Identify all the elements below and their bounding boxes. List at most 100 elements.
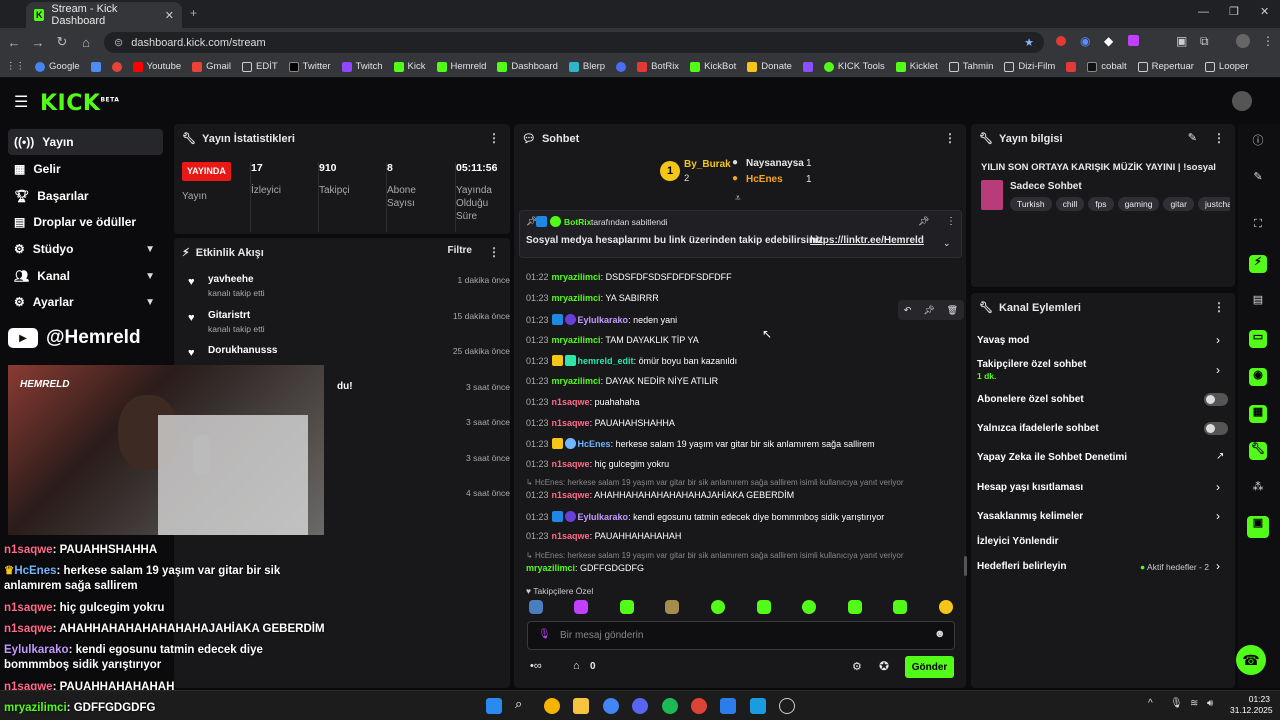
maximize-icon[interactable]: ❐ bbox=[1229, 5, 1239, 18]
tray-chevron-icon[interactable]: ^ bbox=[1148, 698, 1153, 709]
chevron-right-icon[interactable]: › bbox=[1216, 333, 1220, 347]
app-icon[interactable]: ▣ bbox=[1247, 516, 1269, 538]
clipboard-icon[interactable]: ▤ bbox=[1249, 293, 1267, 311]
action-slow-mode[interactable]: Yavaş mod bbox=[977, 335, 1029, 346]
bookmark[interactable]: Gmail bbox=[192, 61, 231, 72]
info-icon[interactable]: ⓘ bbox=[1249, 132, 1267, 150]
app-icon[interactable] bbox=[720, 698, 736, 714]
top3-name[interactable]: HcEnes bbox=[746, 174, 783, 185]
obs-icon[interactable] bbox=[779, 698, 795, 714]
search-icon[interactable]: ⌕ bbox=[515, 696, 531, 712]
wrench-icon[interactable]: 🔧︎ bbox=[1249, 442, 1267, 460]
emote[interactable] bbox=[848, 600, 862, 614]
extension-icon[interactable] bbox=[1056, 36, 1066, 46]
volume-icon[interactable]: 🔊︎ bbox=[1207, 698, 1213, 709]
minimize-icon[interactable]: — bbox=[1198, 6, 1209, 18]
sidebar-item-gelir[interactable]: ▦ Gelir bbox=[8, 156, 163, 182]
sidebar-item-kanal[interactable]: 👥︎ Kanal ▼ bbox=[8, 263, 163, 289]
gift-icon[interactable]: ✪ bbox=[879, 659, 889, 673]
emote[interactable] bbox=[574, 600, 588, 614]
extension-icon[interactable]: ◆ bbox=[1104, 34, 1113, 48]
reload-icon[interactable]: ↻ bbox=[50, 34, 74, 50]
action-banned-words[interactable]: Yasaklanmış kelimeler bbox=[977, 511, 1083, 522]
tag[interactable]: chill bbox=[1055, 197, 1085, 211]
hamburger-icon[interactable]: ☰ bbox=[14, 92, 28, 112]
tag[interactable]: gaming bbox=[1117, 197, 1160, 211]
leader-name[interactable]: By_Burak bbox=[684, 159, 731, 170]
bookmark[interactable]: Kicklet bbox=[895, 61, 938, 72]
sidebar-item-ayarlar[interactable]: ⚙ Ayarlar ▼ bbox=[8, 289, 163, 315]
close-window-icon[interactable]: ✕ bbox=[1260, 5, 1269, 18]
bookmark[interactable]: Looper bbox=[1204, 61, 1249, 72]
kebab-menu-icon[interactable]: ⋮ bbox=[488, 131, 500, 145]
puzzle-icon[interactable]: ⧉ bbox=[1200, 34, 1209, 49]
bookmark[interactable]: BotRix bbox=[637, 61, 679, 72]
emote[interactable] bbox=[620, 600, 634, 614]
edit-icon[interactable]: ✎ bbox=[1188, 131, 1197, 144]
extension-icon[interactable]: ◉ bbox=[1080, 34, 1090, 48]
bookmark[interactable]: EDİT bbox=[241, 61, 278, 72]
extension-icon[interactable]: ▣ bbox=[1176, 34, 1187, 48]
chevron-right-icon[interactable]: › bbox=[1216, 363, 1220, 377]
kebab-menu-icon[interactable]: ⋮ bbox=[946, 216, 956, 227]
action-goals[interactable]: Hedefleri belirleyin bbox=[977, 561, 1066, 572]
tag[interactable]: Turkish bbox=[1010, 197, 1052, 211]
url-input[interactable]: ⊜ dashboard.kick.com/stream ★ bbox=[104, 32, 1044, 53]
chat-scrollbar[interactable] bbox=[964, 556, 967, 576]
emote[interactable] bbox=[757, 600, 771, 614]
users-icon[interactable]: ⁂ bbox=[1249, 480, 1267, 498]
kick-logo[interactable]: KICKBETA bbox=[40, 91, 119, 116]
tag[interactable]: gitar bbox=[1163, 197, 1194, 211]
bookmark[interactable]: Dizi-Film bbox=[1004, 61, 1055, 72]
support-icon[interactable]: ☎ bbox=[1236, 645, 1266, 675]
bookmark[interactable]: cobalt bbox=[1087, 61, 1127, 72]
filter-button[interactable]: Filtre bbox=[448, 245, 472, 256]
sidebar-item-yayin[interactable]: ((•)) Yayın bbox=[8, 129, 163, 155]
action-followers-only[interactable]: Takipçilere özel sohbet bbox=[977, 359, 1086, 370]
forward-icon[interactable]: → bbox=[26, 35, 50, 50]
action-account-age[interactable]: Hesap yaşı kısıtlaması bbox=[977, 482, 1083, 493]
kebab-menu-icon[interactable]: ⋮ bbox=[488, 245, 500, 259]
edit-icon[interactable]: ✎ bbox=[1249, 170, 1267, 188]
emote[interactable] bbox=[711, 600, 725, 614]
bookmark[interactable]: Repertuar bbox=[1137, 61, 1194, 72]
folder-icon[interactable] bbox=[573, 698, 589, 714]
action-raid[interactable]: İzleyici Yönlendir bbox=[977, 536, 1059, 547]
wifi-icon[interactable]: ≋ bbox=[1190, 698, 1198, 709]
bookmark[interactable] bbox=[90, 61, 101, 72]
bookmark[interactable]: KickBot bbox=[690, 61, 736, 72]
close-tab-icon[interactable]: ✕ bbox=[165, 9, 174, 22]
bookmark[interactable]: Kick bbox=[393, 61, 426, 72]
kebab-menu-icon[interactable]: ⋮ bbox=[944, 131, 956, 145]
unpin-icon[interactable]: 📌︎ bbox=[918, 216, 929, 227]
reply-icon[interactable]: ↶ bbox=[904, 305, 912, 316]
emote[interactable] bbox=[529, 600, 543, 614]
user-avatar[interactable] bbox=[1232, 91, 1252, 111]
microphone-icon[interactable]: 🎙︎ bbox=[538, 629, 551, 640]
browser-tab[interactable]: K Stream - Kick Dashboard ✕ bbox=[26, 2, 182, 28]
chat-icon[interactable]: ▭ bbox=[1249, 330, 1267, 348]
bookmark[interactable]: Google bbox=[35, 61, 80, 72]
emote[interactable] bbox=[665, 600, 679, 614]
bookmark[interactable]: Twitch bbox=[341, 61, 383, 72]
chevron-right-icon[interactable]: › bbox=[1216, 559, 1220, 573]
fullscreen-icon[interactable]: ⛶ bbox=[1249, 218, 1267, 236]
layout-icon[interactable]: ▦ bbox=[1249, 405, 1267, 423]
mic-icon[interactable]: 🎙︎ bbox=[1170, 698, 1183, 709]
emote-only-toggle[interactable] bbox=[1204, 422, 1228, 435]
bookmark[interactable] bbox=[111, 61, 122, 72]
bookmark[interactable]: Twitter bbox=[288, 61, 331, 72]
sidebar-item-basarilar[interactable]: 🏆︎ Başarılar bbox=[8, 183, 163, 209]
chat-input[interactable]: 🎙︎ Bir mesaj gönderin ☻ bbox=[527, 621, 955, 650]
clock[interactable]: 01:23 31.12.2025 bbox=[1230, 694, 1273, 716]
site-info-icon[interactable]: ⊜ bbox=[114, 36, 123, 49]
bookmark[interactable] bbox=[802, 61, 813, 72]
bookmark[interactable] bbox=[1066, 61, 1077, 72]
sidebar-item-studyo[interactable]: ⚙ Stüdyo ▼ bbox=[8, 236, 163, 262]
broadcast-icon[interactable]: ◉ bbox=[1249, 368, 1267, 386]
sidebar-item-droplar[interactable]: ▤ Droplar ve ödüller bbox=[8, 209, 163, 235]
bookmark[interactable]: Youtube bbox=[132, 61, 181, 72]
bookmark[interactable] bbox=[616, 61, 627, 72]
emoji-icon[interactable]: ☻ bbox=[934, 628, 946, 640]
kebab-menu-icon[interactable]: ⋮ bbox=[1213, 131, 1225, 145]
